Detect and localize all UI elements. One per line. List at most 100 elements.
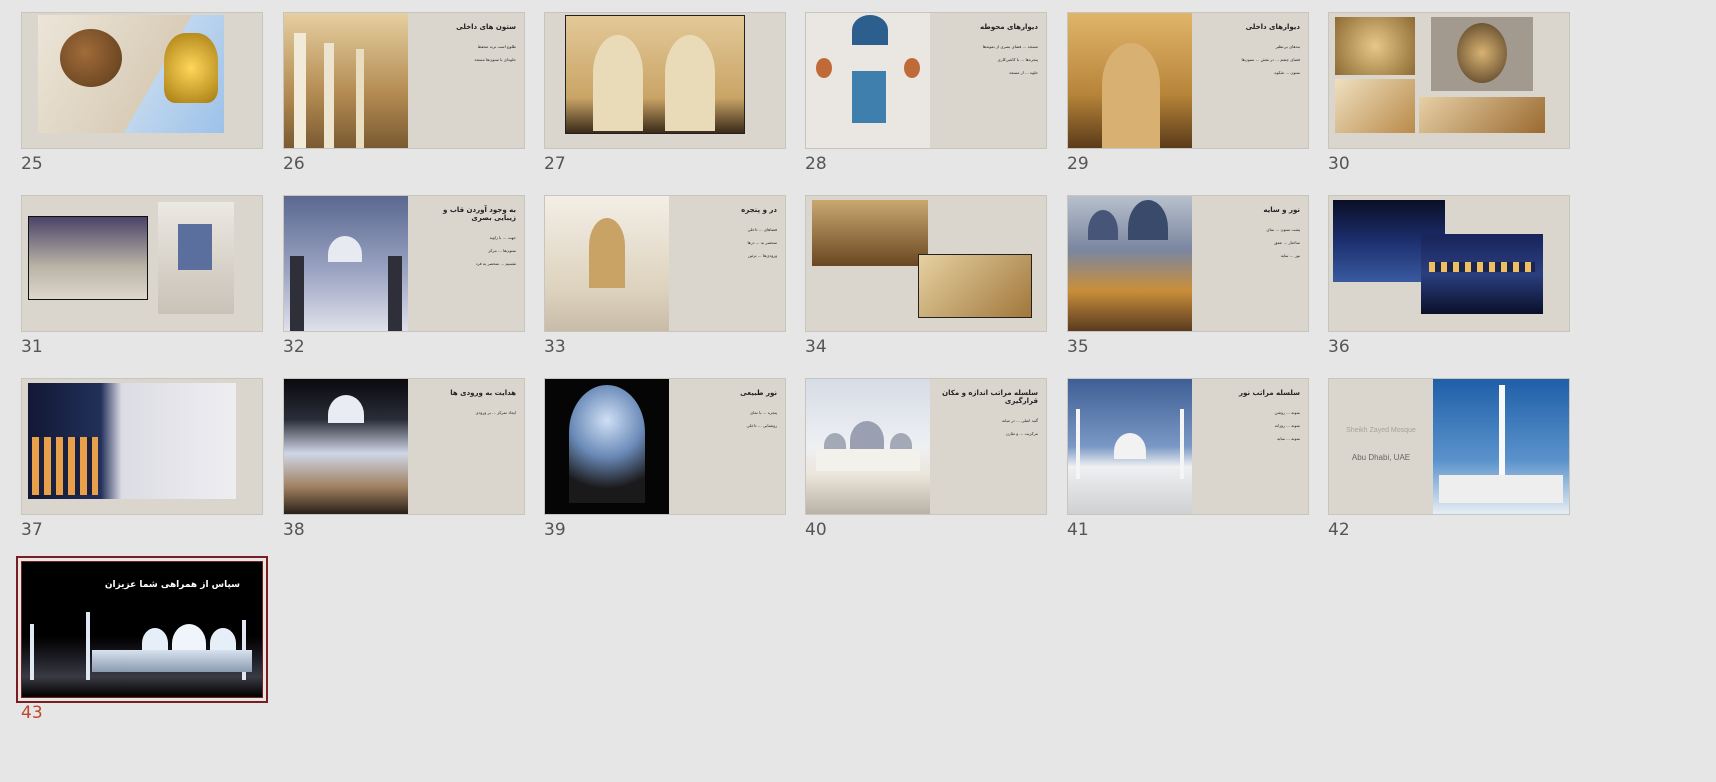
bullet: نمونه ... روشن	[1274, 410, 1300, 415]
slide-title: سپاس از همراهی شما عزیزان	[104, 580, 240, 590]
slide-title: دیوارهای محوطه	[980, 23, 1038, 31]
slide-thumbnail[interactable]	[805, 195, 1047, 332]
slide-42[interactable]: Sheikh Zayed Mosque Abu Dhabi, UAE 42	[1328, 378, 1570, 540]
slide-number: 31	[21, 337, 43, 357]
bullet: روشنایی ... داخلی	[746, 423, 777, 428]
slide-32[interactable]: به وجود آوردن قاب و زیبایی بصری جهت ... …	[283, 195, 525, 357]
slide-text: دیوارهای محوطه مسجد ... فضای بصری از نمو…	[942, 23, 1038, 82]
slide-number: 40	[805, 520, 827, 540]
slide-43[interactable]: سپاس از همراهی شما عزیزان 43	[16, 556, 268, 723]
slide-text: دیوارهای داخلی بندهای بی‌نظیر فضای چشم .…	[1204, 23, 1300, 82]
bullet: فضای چشم ... در نقش ... ستون‌ها	[1241, 57, 1300, 62]
bullet: پشت ستون ... نمای	[1266, 227, 1300, 232]
slide-thumbnail[interactable]	[21, 12, 263, 149]
bullet: ایجاد تمرکز ... بر ورودی	[475, 410, 516, 415]
slide-thumbnail-selected[interactable]: سپاس از همراهی شما عزیزان	[16, 556, 268, 703]
slide-thumbnail[interactable]: دیوارهای محوطه مسجد ... فضای بصری از نمو…	[805, 12, 1047, 149]
bullet: نمونه ... سایه	[1277, 436, 1300, 441]
slide-29[interactable]: دیوارهای داخلی بندهای بی‌نظیر فضای چشم .…	[1067, 12, 1309, 174]
slide-34[interactable]: 34	[805, 195, 1047, 357]
slide-thumbnail[interactable]: هدایت به ورودی ها ایجاد تمرکز ... بر ورو…	[283, 378, 525, 515]
bullet: گنبد اصلی ... در میانه	[1001, 418, 1038, 423]
bullet: فضاهای ... داخلی	[747, 227, 777, 232]
photo-golden-corridor	[812, 200, 928, 266]
slide-thumbnail[interactable]: ستون های داخلی طلوع است ترند محفظ جلوه‌ا…	[283, 12, 525, 149]
slide-number: 27	[544, 154, 566, 174]
bullet: نمونه ... روزانه	[1274, 423, 1300, 428]
slide-28[interactable]: دیوارهای محوطه مسجد ... فضای بصری از نمو…	[805, 12, 1047, 174]
slide-title: نور طبیعی	[740, 389, 777, 397]
slide-thumbnail[interactable]: سلسله مراتب اندازه و مکان قرارگیری گنبد …	[805, 378, 1047, 515]
slide-text: در و پنجره فضاهای ... داخلی منحصر به ...…	[681, 206, 777, 265]
slide-thumbnail[interactable]	[1328, 12, 1570, 149]
slide-number: 28	[805, 154, 827, 174]
slide-title: هدایت به ورودی ها	[450, 389, 516, 397]
slide-number-active: 43	[21, 703, 43, 723]
slide-text: هدایت به ورودی ها ایجاد تمرکز ... بر ورو…	[420, 389, 516, 422]
bullet: ستون ... شکوه	[1274, 70, 1300, 75]
slide-37[interactable]: 37	[21, 378, 263, 540]
slide-thumbnail[interactable]	[1328, 195, 1570, 332]
slide-thumbnail[interactable]: دیوارهای داخلی بندهای بی‌نظیر فضای چشم .…	[1067, 12, 1309, 149]
photo-golden-ceiling	[918, 254, 1032, 318]
slide-number: 25	[21, 154, 43, 174]
bullet: پنجره‌ها ... با کاشی‌کاری	[997, 57, 1039, 62]
slide-39[interactable]: نور طبیعی پنجره ... با نمای روشنایی ... …	[544, 378, 786, 540]
slide-thumbnail[interactable]	[21, 378, 263, 515]
bullet: ساختار ... عمق	[1274, 240, 1300, 245]
slide-thumbnail[interactable]: Sheikh Zayed Mosque Abu Dhabi, UAE	[1328, 378, 1570, 515]
slide-thumbnail[interactable]: نور طبیعی پنجره ... با نمای روشنایی ... …	[544, 378, 786, 515]
slide-thumbnail[interactable]	[21, 195, 263, 332]
bullet: جلوه ... از مسجد	[1008, 70, 1038, 75]
slide-27[interactable]: 27	[544, 12, 786, 174]
slide-40[interactable]: سلسله مراتب اندازه و مکان قرارگیری گنبد …	[805, 378, 1047, 540]
slide-30[interactable]: 30	[1328, 12, 1570, 174]
bullet: طلوع است ترند محفظ	[477, 44, 516, 49]
slide-33[interactable]: در و پنجره فضاهای ... داخلی منحصر به ...…	[544, 195, 786, 357]
slide-sorter-grid: 25 ستون های داخلی طلوع است ترند محفظ جلو…	[0, 0, 1716, 782]
slide-number: 39	[544, 520, 566, 540]
slide-26[interactable]: ستون های داخلی طلوع است ترند محفظ جلوه‌ا…	[283, 12, 525, 174]
photo-interior-arches	[565, 15, 745, 134]
slide-thumbnail[interactable]	[544, 12, 786, 149]
slide-number: 37	[21, 520, 43, 540]
slide-thumbnail[interactable]: به وجود آوردن قاب و زیبایی بصری جهت ... …	[283, 195, 525, 332]
slide-41[interactable]: سلسله مراتب نور نمونه ... روشن نمونه ...…	[1067, 378, 1309, 540]
slide-title: سلسله مراتب اندازه و مکان قرارگیری	[942, 389, 1038, 405]
slide-thumbnail[interactable]: سلسله مراتب نور نمونه ... روشن نمونه ...…	[1067, 378, 1309, 515]
slide-25[interactable]: 25	[21, 12, 263, 174]
bullet: ستون‌ها ... مرکز	[488, 248, 516, 253]
slide-38[interactable]: هدایت به ورودی ها ایجاد تمرکز ... بر ورو…	[283, 378, 525, 540]
photo-night-arcade	[1421, 234, 1543, 314]
bullet: تقسیم ... منحصر به فرد	[475, 261, 516, 266]
slide-text: ستون های داخلی طلوع است ترند محفظ جلوه‌ا…	[420, 23, 516, 69]
bullet: مسجد ... فضای بصری از نمونه‌ها	[982, 44, 1038, 49]
slide-number: 38	[283, 520, 305, 540]
slide-number: 35	[1067, 337, 1089, 357]
bullet: پنجره ... با نمای	[750, 410, 777, 415]
slide-text: نور طبیعی پنجره ... با نمای روشنایی ... …	[681, 389, 777, 435]
slide-text: سلسله مراتب اندازه و مکان قرارگیری گنبد …	[934, 389, 1038, 443]
slide-35[interactable]: نور و سایه پشت ستون ... نمای ساختار ... …	[1067, 195, 1309, 357]
slide-title: در و پنجره	[741, 206, 777, 214]
slide-number: 26	[283, 154, 305, 174]
photo-ablution-room	[28, 216, 148, 300]
bullet: مرکزیت ... و تقارن	[1005, 431, 1038, 436]
slide-number: 30	[1328, 154, 1350, 174]
slide-title: نور و سایه	[1263, 206, 1300, 214]
slide-title: سلسله مراتب نور	[1238, 389, 1300, 397]
slide-thumbnail[interactable]: نور و سایه پشت ستون ... نمای ساختار ... …	[1067, 195, 1309, 332]
slide-36[interactable]: 36	[1328, 195, 1570, 357]
photo-dome-element	[60, 29, 122, 87]
slide-title: دیوارهای داخلی	[1245, 23, 1300, 31]
slide-number: 33	[544, 337, 566, 357]
slide-thumbnail[interactable]: در و پنجره فضاهای ... داخلی منحصر به ...…	[544, 195, 786, 332]
slide-number: 34	[805, 337, 827, 357]
slide-number: 41	[1067, 520, 1089, 540]
slide-number: 29	[1067, 154, 1089, 174]
slide-number: 32	[283, 337, 305, 357]
slide-title: به وجود آوردن قاب و زیبایی بصری	[443, 206, 516, 222]
slide-text: به وجود آوردن قاب و زیبایی بصری جهت ... …	[420, 206, 516, 273]
photo-chandelier	[1335, 17, 1415, 75]
slide-31[interactable]: 31	[21, 195, 263, 357]
